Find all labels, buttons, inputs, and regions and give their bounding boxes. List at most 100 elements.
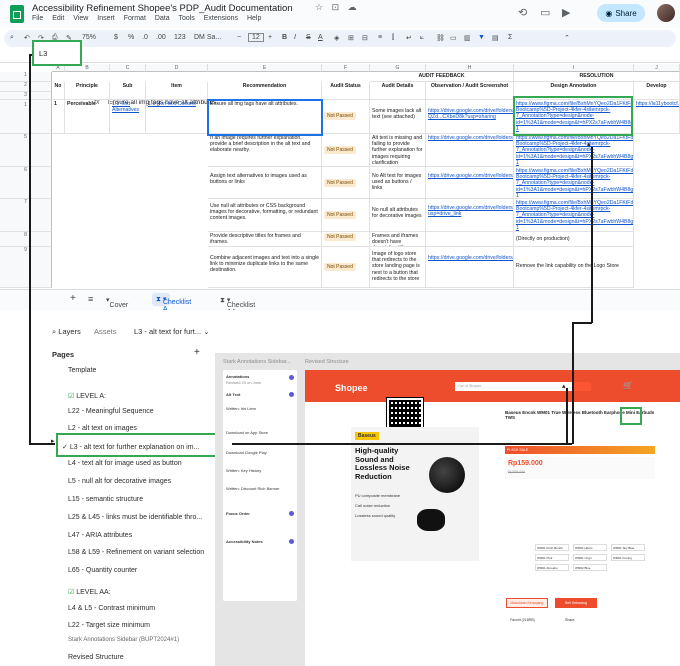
row1-status[interactable]: Not Passed: [322, 100, 370, 134]
shopee-logo[interactable]: Shopee: [335, 383, 368, 393]
page-item[interactable]: L65 - Quantity counter: [68, 567, 137, 574]
link-icon[interactable]: ⛓: [436, 34, 445, 42]
menu-data[interactable]: Data: [155, 15, 170, 22]
meet-icon[interactable]: ▶: [562, 6, 570, 19]
status-chip[interactable]: Not Passed: [324, 112, 356, 121]
page-item[interactable]: ☑ LEVEL AA:: [68, 588, 111, 596]
font-size-decrease[interactable]: −: [237, 34, 241, 41]
shopee-search-button[interactable]: [573, 382, 591, 391]
insert-comment-icon[interactable]: ▭: [450, 34, 457, 42]
row-header-1[interactable]: 1: [0, 72, 52, 82]
strikethrough-button[interactable]: S: [306, 34, 311, 41]
row1-observation[interactable]: https://drive.google.com/drive/folders/1…: [426, 100, 514, 134]
variant-option[interactable]: WM01 Ungu: [573, 554, 607, 561]
col-f[interactable]: F: [322, 64, 370, 72]
wrap-icon[interactable]: ↵: [406, 34, 412, 42]
share-label[interactable]: Share:: [565, 618, 575, 622]
cart-icon[interactable]: 🛒: [623, 381, 633, 390]
shopee-pdp-frame[interactable]: Shopee Cari di Shopee 🛒 Baseus High-qual…: [305, 370, 680, 666]
font-size-input[interactable]: 12: [248, 33, 264, 42]
valign-icon[interactable]: ⫿: [392, 34, 394, 42]
row3-recommendation[interactable]: Assign text alternatives to images used …: [208, 167, 322, 199]
ann-item[interactable]: Written: Iris Liem: [226, 406, 256, 411]
col-j[interactable]: J: [634, 64, 680, 72]
filter-icon[interactable]: ▼: [478, 34, 485, 41]
page-item[interactable]: Revised Structure: [68, 654, 124, 661]
col-c[interactable]: C: [110, 64, 146, 72]
menu-extensions[interactable]: Extensions: [204, 15, 238, 22]
variant-option[interactable]: WM02 Blue: [573, 564, 607, 571]
page-item[interactable]: ☑ LEVEL A:: [68, 392, 106, 400]
frame-label-annotations[interactable]: Stark Annotations Sidebar...: [223, 359, 291, 365]
history-icon[interactable]: ⟲: [518, 6, 527, 19]
col-i[interactable]: I: [514, 64, 634, 72]
menu-edit[interactable]: Edit: [52, 15, 64, 22]
page-item[interactable]: L2 - alt text on images: [68, 425, 137, 432]
borders-icon[interactable]: ⊞: [348, 34, 354, 42]
frame-label-revised[interactable]: Revised Structure: [305, 359, 349, 365]
variant-option[interactable]: WM01 Pink: [535, 554, 569, 561]
status-chip[interactable]: Not Passed: [324, 263, 356, 272]
functions-icon[interactable]: Σ: [508, 34, 512, 41]
row3-status[interactable]: Not Passed: [322, 167, 370, 199]
menu-view[interactable]: View: [73, 15, 88, 22]
font-select[interactable]: DM Sa...: [194, 34, 221, 41]
row1-item[interactable]: 1.1 Non-text Content: [146, 100, 208, 134]
status-chip[interactable]: Not Passed: [324, 211, 356, 220]
percent-button[interactable]: %: [128, 34, 134, 41]
page-item[interactable]: L58 & L59 - Refinement on variant select…: [68, 549, 204, 556]
ann-item[interactable]: Written: Key History: [226, 468, 261, 473]
variant-option[interactable]: WM01 Abu-abu: [535, 564, 569, 571]
menu-file[interactable]: File: [32, 15, 43, 22]
row6-observation[interactable]: https://drive.google.com/drive/folders/1…: [426, 247, 514, 288]
buy-now-button[interactable]: Beli Sekarang: [555, 598, 597, 608]
variant-option[interactable]: WM01 Putih Bersih: [535, 544, 569, 551]
status-chip[interactable]: Not Passed: [324, 233, 356, 242]
annotations-sidebar-frame[interactable]: Annotations Revised 23 on June Alt Text …: [223, 370, 297, 601]
menu-format[interactable]: Format: [124, 15, 146, 22]
menu-tools[interactable]: Tools: [178, 15, 194, 22]
add-to-cart-button[interactable]: Masukkan Keranjang: [506, 598, 548, 608]
status-chip[interactable]: Not Passed: [324, 146, 356, 155]
col-e[interactable]: E: [208, 64, 322, 72]
row3-design[interactable]: https://www.figma.com/file/BxhMnYQeo2Da1…: [514, 167, 634, 199]
currency-button[interactable]: $: [114, 34, 118, 41]
page-item-selected[interactable]: ✓ L3 - alt text for further explanation …: [62, 443, 199, 451]
page-item[interactable]: L22 - Meaningful Sequence: [68, 408, 154, 415]
tab-checklist-a[interactable]: ⧗ Checklist A ▾: [152, 293, 191, 310]
align-icon[interactable]: ≡: [378, 34, 382, 41]
document-title[interactable]: Accessibility Refinement Shopee's PDP_Au…: [32, 3, 293, 14]
row2-design[interactable]: https://www.figma.com/file/BxhMnYQeo2Da1…: [514, 134, 634, 167]
ann-item[interactable]: Download Google Play: [226, 450, 267, 455]
row5-status[interactable]: Not Passed: [322, 232, 370, 247]
font-size-increase[interactable]: +: [268, 34, 272, 41]
col-g[interactable]: G: [370, 64, 426, 72]
menu-insert[interactable]: Insert: [97, 15, 115, 22]
row4-design[interactable]: https://www.figma.com/file/BxhMnYQeo2Da1…: [514, 199, 634, 232]
row2-observation[interactable]: https://drive.google.com/drive/folders/1…: [426, 134, 514, 167]
collapse-toolbar-icon[interactable]: ⌃: [564, 34, 570, 42]
page-item[interactable]: L4 - text alt for image used as button: [68, 460, 182, 467]
number-format-button[interactable]: 123: [174, 34, 186, 41]
row4-status[interactable]: Not Passed: [322, 199, 370, 232]
tab-cover[interactable]: ▾ Cover: [106, 296, 128, 309]
menu-help[interactable]: Help: [247, 15, 261, 22]
page-item[interactable]: L22 - Target size minimum: [68, 622, 150, 629]
row-header-8[interactable]: 8: [0, 232, 52, 247]
row6-status[interactable]: Not Passed: [322, 247, 370, 288]
page-item[interactable]: L4 & L5 - Contrast minimum: [68, 605, 155, 612]
filter-views-icon[interactable]: ▤: [492, 34, 499, 42]
row5-design[interactable]: (Directly on production): [514, 232, 634, 247]
shopee-search-input[interactable]: Cari di Shopee: [455, 382, 575, 391]
row1-principle[interactable]: Perceivable: [65, 100, 110, 134]
row4-observation[interactable]: https://drive.google.com/drive/folders/1…: [426, 199, 514, 232]
add-page-icon[interactable]: +: [194, 347, 200, 358]
col-h[interactable]: H: [426, 64, 514, 72]
row1-develop[interactable]: https://la11ybootcf.vercel.app/: [634, 100, 680, 134]
row4-details[interactable]: No null alt attributes for decorative im…: [370, 199, 426, 232]
figma-canvas[interactable]: Stark Annotations Sidebar... Revised Str…: [215, 353, 680, 666]
row-header-2[interactable]: 2: [0, 82, 52, 92]
comment-icon[interactable]: ▭: [540, 6, 550, 19]
row-header-9[interactable]: 9: [0, 247, 52, 288]
page-item[interactable]: L15 - semantic structure: [68, 496, 143, 503]
